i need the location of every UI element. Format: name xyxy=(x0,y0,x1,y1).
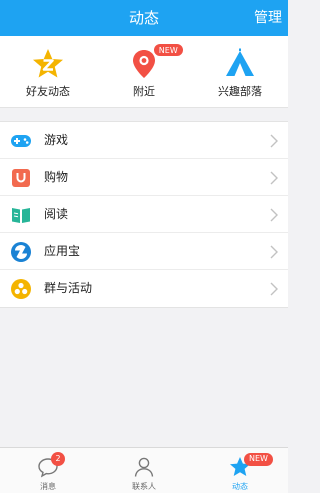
tab-label: 动态 xyxy=(232,482,248,491)
app-store-icon xyxy=(11,242,31,262)
list-item-groups[interactable]: 群与活动 xyxy=(0,270,288,307)
nearby-new-badge: NEW xyxy=(152,43,184,57)
tent-icon xyxy=(226,48,254,76)
feature-list: 游戏 购物 阅读 应用宝 群与活动 xyxy=(0,121,288,308)
feed-new-badge: NEW xyxy=(244,453,273,466)
list-item-app-store[interactable]: 应用宝 xyxy=(0,233,288,270)
nearby-label: 附近 xyxy=(133,85,155,98)
tab-messages[interactable]: 2 消息 xyxy=(0,448,96,493)
group-icon xyxy=(11,279,31,299)
tab-label: 消息 xyxy=(40,482,56,491)
bottom-tab-bar: 2 消息 联系人 NEW 动态 xyxy=(0,447,288,493)
contacts-icon xyxy=(134,457,154,477)
tab-contacts[interactable]: 联系人 xyxy=(96,448,192,493)
chevron-right-icon xyxy=(270,171,278,185)
chevron-right-icon xyxy=(270,245,278,259)
unread-count-badge: 2 xyxy=(51,452,65,466)
list-item-label: 群与活动 xyxy=(44,281,93,295)
list-item-reading[interactable]: 阅读 xyxy=(0,196,288,233)
list-item-shopping[interactable]: 购物 xyxy=(0,159,288,196)
chevron-right-icon xyxy=(270,282,278,296)
book-icon xyxy=(12,208,30,223)
list-item-label: 购物 xyxy=(44,170,69,184)
friends-feed-label: 好友动态 xyxy=(26,85,70,98)
list-item-game[interactable]: 游戏 xyxy=(0,122,288,159)
manage-button[interactable]: 管理 xyxy=(254,0,282,36)
gamepad-icon xyxy=(11,135,31,147)
top-bar: 动态 管理 xyxy=(0,0,288,36)
page-title: 动态 xyxy=(128,9,159,27)
list-item-label: 游戏 xyxy=(44,133,69,147)
list-item-label: 应用宝 xyxy=(44,244,81,258)
interest-tribe-entry[interactable]: 兴趣部落 xyxy=(192,36,288,107)
nearby-entry[interactable]: NEW 附近 xyxy=(96,36,192,107)
list-item-label: 阅读 xyxy=(44,207,69,221)
chevron-right-icon xyxy=(270,134,278,148)
qzone-star-icon xyxy=(33,49,63,78)
chevron-right-icon xyxy=(270,208,278,222)
shopping-bag-icon xyxy=(12,169,30,187)
friends-feed-entry[interactable]: 好友动态 xyxy=(0,36,96,107)
interest-tribe-label: 兴趣部落 xyxy=(218,85,262,98)
tab-label: 联系人 xyxy=(132,482,156,491)
quick-entries: 好友动态 NEW 附近 兴趣部落 xyxy=(0,36,288,108)
tab-feed[interactable]: NEW 动态 xyxy=(192,448,288,493)
